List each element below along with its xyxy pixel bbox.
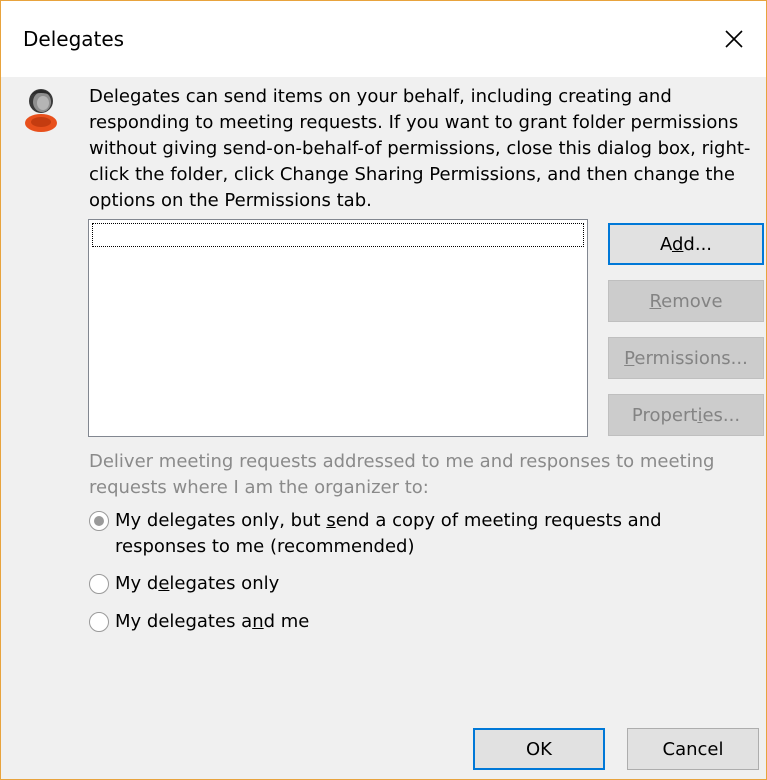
ok-button[interactable]: OK	[473, 728, 605, 770]
properties-button-label: Properties...	[631, 404, 741, 426]
radio-label: My delegates only	[115, 573, 280, 594]
list-focus-rect	[92, 223, 584, 247]
radio-delegates-only[interactable]: My delegates only	[89, 571, 735, 597]
deliver-requests-label: Deliver meeting requests addressed to me…	[89, 451, 715, 498]
delegate-person-icon	[25, 89, 57, 132]
info-text: Delegates can send items on your behalf,…	[89, 86, 751, 211]
radio-delegates-and-me[interactable]: My delegates and me	[89, 609, 735, 635]
remove-button-label: Remove	[649, 290, 723, 312]
remove-button[interactable]: Remove	[608, 280, 764, 322]
delegate-list[interactable]	[88, 219, 588, 437]
radio-button-checked[interactable]	[89, 511, 109, 531]
delegates-dialog: Delegates Delegates can send items on yo…	[0, 0, 767, 780]
radio-button[interactable]	[89, 612, 109, 632]
add-button[interactable]: Add...	[608, 223, 764, 265]
cancel-button[interactable]: Cancel	[627, 728, 759, 770]
close-button[interactable]	[702, 1, 766, 77]
radio-label: My delegates only, but send a copy of me…	[115, 510, 662, 557]
close-icon	[725, 30, 743, 48]
properties-button[interactable]: Properties...	[608, 394, 764, 436]
add-button-label: Add...	[659, 233, 713, 255]
radio-button[interactable]	[89, 574, 109, 594]
dialog-title: Delegates	[23, 27, 125, 51]
radio-delegates-only-copy[interactable]: My delegates only, but send a copy of me…	[89, 508, 735, 560]
permissions-button-label: Permissions...	[624, 347, 748, 369]
title-bar: Delegates	[1, 1, 766, 77]
radio-label: My delegates and me	[115, 611, 310, 632]
permissions-button[interactable]: Permissions...	[608, 337, 764, 379]
